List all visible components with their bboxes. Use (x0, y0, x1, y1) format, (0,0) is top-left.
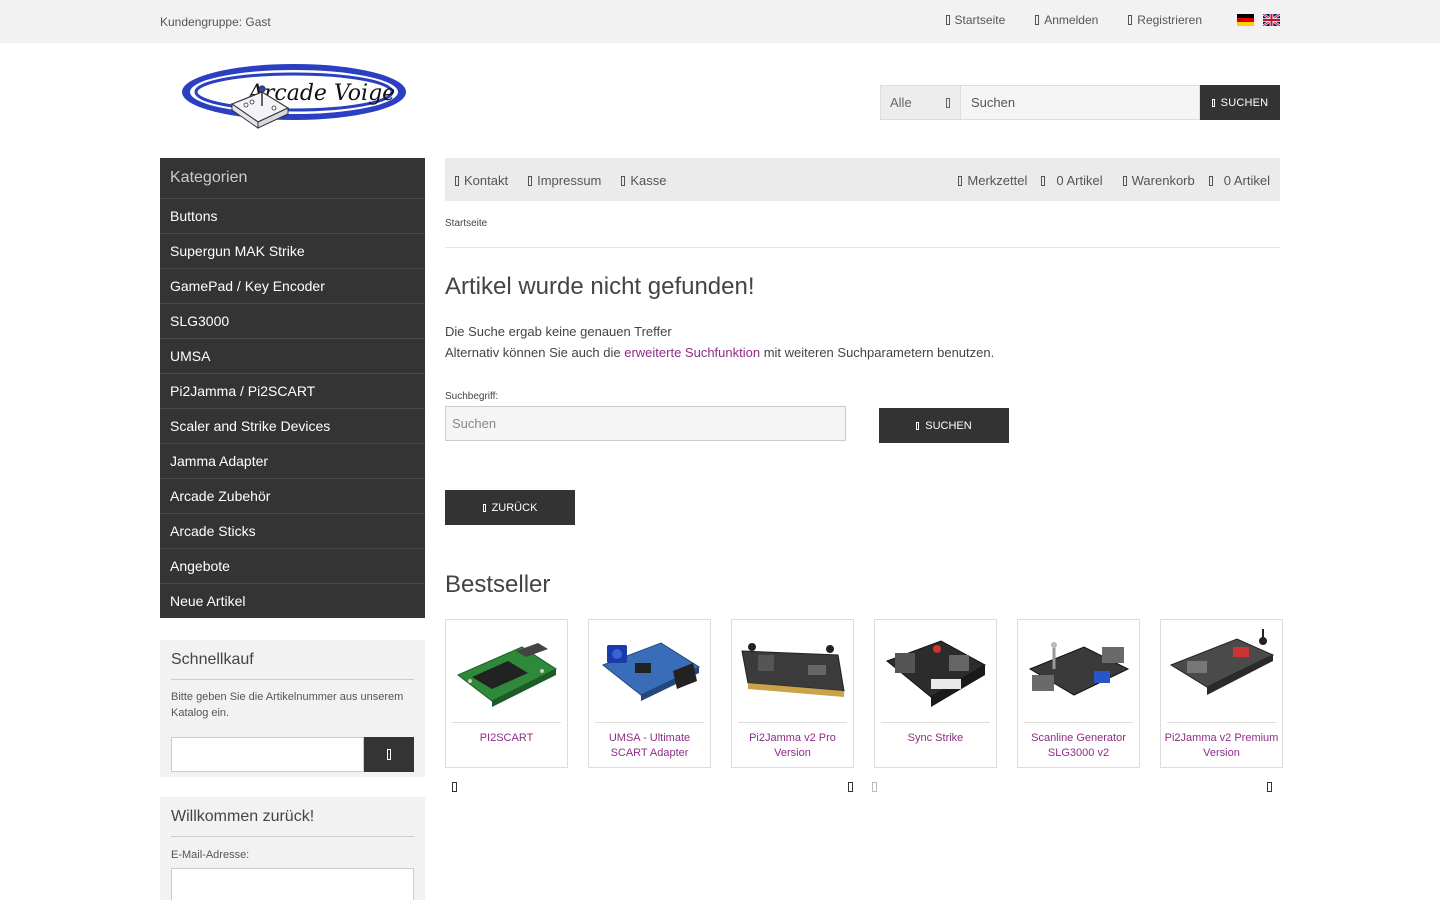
product-card[interactable]: PI2SCART (445, 619, 568, 768)
product-name: Scanline Generator SLG3000 v2 (1031, 732, 1126, 759)
quickbuy-row (171, 737, 414, 772)
category-menu-title: Kategorien (170, 169, 248, 186)
search-input[interactable]: Suchen (960, 85, 1200, 120)
quickbuy-title: Schnellkauf (171, 651, 414, 680)
user-icon (1035, 15, 1040, 25)
category-umsa[interactable]: UMSA (160, 338, 425, 373)
german-flag-icon[interactable] (1237, 14, 1254, 26)
cart-icon (387, 749, 391, 760)
product-image (881, 625, 990, 717)
product-card[interactable]: UMSA - Ultimate SCART Adapter (588, 619, 711, 768)
category-buttons[interactable]: Buttons (160, 198, 425, 233)
list-icon (1208, 175, 1213, 186)
no-results-text: Die Suche ergab keine genauen Treffer (445, 324, 672, 339)
page-title: Artikel wurde nicht gefunden! (445, 273, 755, 300)
search-submit-button[interactable]: SUCHEN (879, 408, 1009, 443)
category-gamepad-key-encoder[interactable]: GamePad / Key Encoder (160, 268, 425, 303)
product-image (452, 625, 561, 717)
login-panel: Willkommen zurück! E-Mail-Adresse: (160, 797, 425, 900)
carousel-next-icon[interactable] (848, 782, 853, 792)
pencil-icon (1128, 15, 1133, 25)
category-arcade-zubehoer[interactable]: Arcade Zubehör (160, 478, 425, 513)
divider (445, 247, 1280, 248)
product-name: PI2SCART (479, 732, 534, 744)
product-name: Sync Strike (907, 732, 964, 744)
bestseller-title: Bestseller (445, 571, 551, 598)
nav-impressum[interactable]: Impressum (528, 173, 601, 188)
checkout-icon (621, 175, 626, 186)
nav-kontakt[interactable]: Kontakt (455, 173, 508, 188)
quickbuy-panel: Schnellkauf Bitte geben Sie die Artikeln… (160, 640, 425, 777)
search-icon (1211, 98, 1215, 107)
product-name: Pi2Jamma v2 Pro Version (749, 732, 836, 759)
info-icon (528, 175, 533, 186)
category-pi2jamma-pi2scart[interactable]: Pi2Jamma / Pi2SCART (160, 373, 425, 408)
back-button[interactable]: ZURÜCK (445, 490, 575, 525)
alternative-text: Alternativ können Sie auch die erweitert… (445, 345, 995, 360)
chevron-down-icon (946, 97, 950, 108)
arrow-left-icon (482, 503, 486, 512)
heart-icon (958, 175, 963, 186)
product-name: Pi2Jamma v2 Premium Version (1164, 732, 1279, 759)
product-image (738, 625, 847, 717)
quickbuy-text: Bitte geben Sie die Artikelnummer aus un… (171, 691, 404, 719)
product-card[interactable]: Scanline Generator SLG3000 v2 (1017, 619, 1140, 768)
quickbuy-cart-button[interactable] (364, 737, 414, 772)
product-card[interactable]: Sync Strike (874, 619, 997, 768)
product-image (1024, 625, 1133, 717)
nav-kasse[interactable]: Kasse (621, 173, 667, 188)
category-supergun-mak-strike[interactable]: Supergun MAK Strike (160, 233, 425, 268)
product-card[interactable]: Pi2Jamma v2 Pro Version (731, 619, 854, 768)
cart-icon (1122, 175, 1127, 186)
product-name: UMSA - Ultimate SCART Adapter (608, 732, 691, 759)
category-jamma-adapter[interactable]: Jamma Adapter (160, 443, 425, 478)
product-card[interactable]: Pi2Jamma v2 Premium Version (1160, 619, 1283, 768)
email-field[interactable] (171, 868, 414, 900)
search-button[interactable]: SUCHEN (1200, 85, 1280, 120)
category-menu: Kategorien Buttons Supergun MAK Strike G… (160, 158, 425, 618)
header-search: Alle Suchen SUCHEN (880, 85, 1280, 120)
search-category-select[interactable]: Alle (880, 85, 960, 120)
register-link[interactable]: Registrieren (1128, 13, 1202, 27)
carousel-prev-icon[interactable] (452, 782, 457, 792)
mail-icon (455, 175, 459, 186)
category-slg3000[interactable]: SLG3000 (160, 303, 425, 338)
article-number-input[interactable] (171, 737, 364, 772)
english-flag-icon[interactable] (1263, 14, 1280, 26)
product-image (1167, 625, 1276, 717)
category-scaler-strike-devices[interactable]: Scaler and Strike Devices (160, 408, 425, 443)
search-term-label: Suchbegriff: (445, 391, 499, 402)
list-icon (1041, 175, 1046, 186)
main-nav: Kontakt Impressum Kasse Merkzettel 0 Art… (445, 158, 1280, 201)
login-link[interactable]: Anmelden (1035, 13, 1098, 27)
login-title: Willkommen zurück! (171, 808, 414, 837)
home-icon (945, 15, 950, 25)
search-term-input[interactable]: Suchen (445, 406, 846, 441)
home-link[interactable]: Startseite (945, 13, 1005, 27)
top-nav: Startseite Anmelden Registrieren (916, 13, 1280, 27)
advanced-search-link[interactable]: erweiterte Suchfunktion (624, 345, 760, 360)
category-arcade-sticks[interactable]: Arcade Sticks (160, 513, 425, 548)
category-angebote[interactable]: Angebote (160, 548, 425, 583)
top-bar: Kundengruppe: Gast Startseite Anmelden R… (0, 0, 1440, 43)
site-logo[interactable]: Arcade Voige (180, 62, 410, 140)
customer-group-label: Kundengruppe: Gast (160, 15, 271, 29)
category-neue-artikel[interactable]: Neue Artikel (160, 583, 425, 618)
search-icon (916, 421, 920, 430)
carousel-prev-icon[interactable] (872, 782, 877, 792)
breadcrumb[interactable]: Startseite (445, 218, 487, 229)
product-image (595, 625, 704, 717)
nav-cart[interactable]: Warenkorb 0 Artikel (1122, 173, 1270, 188)
nav-wishlist[interactable]: Merkzettel 0 Artikel (958, 173, 1103, 188)
email-label: E-Mail-Adresse: (171, 849, 250, 861)
carousel-next-icon[interactable] (1267, 782, 1272, 792)
